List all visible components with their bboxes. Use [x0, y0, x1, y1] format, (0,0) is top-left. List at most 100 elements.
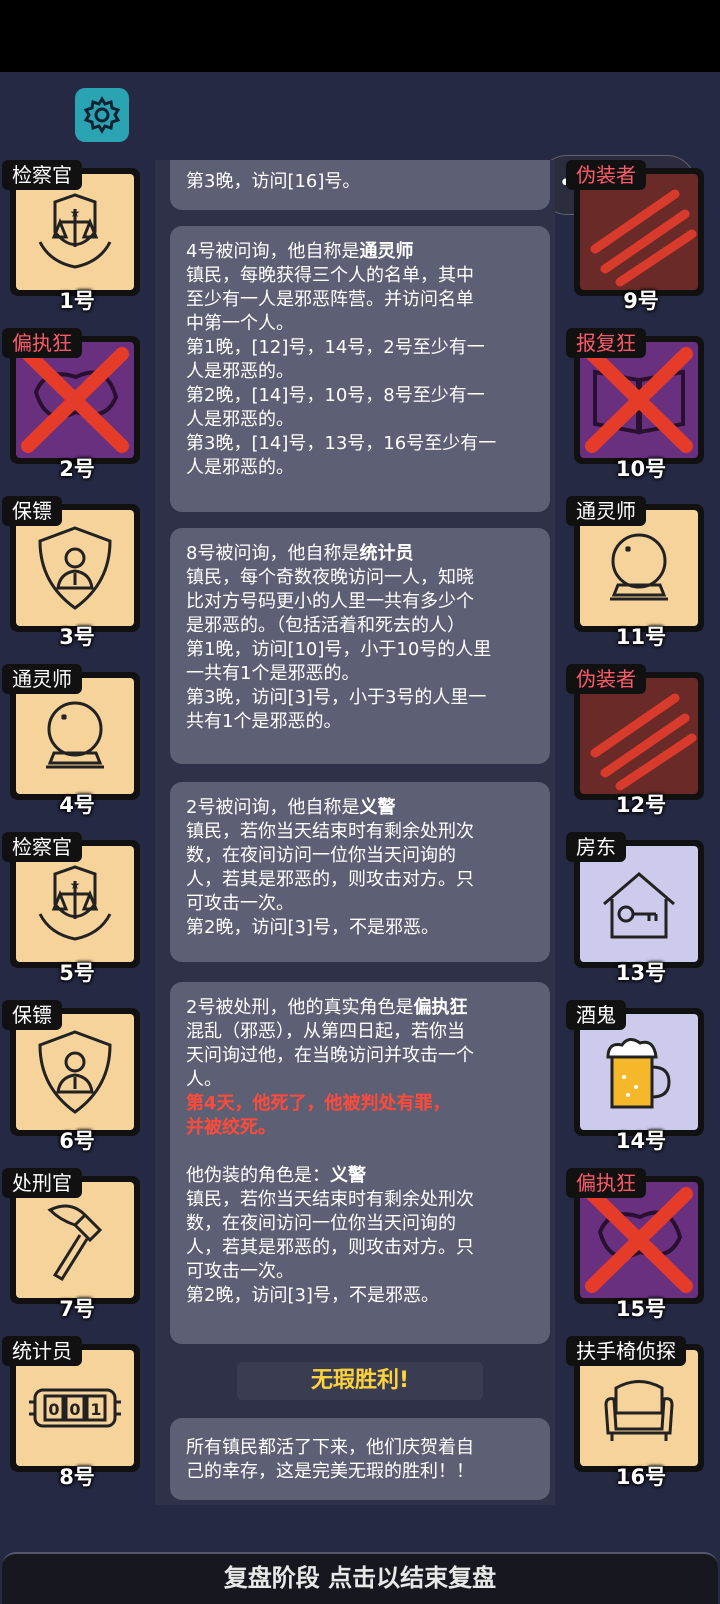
player-number: 12号	[615, 793, 667, 817]
log-line: 镇民，若你当天结束时有剩余处刑次	[186, 821, 474, 842]
svg-text:★: ★	[70, 206, 81, 220]
log-line: 混乱（邪恶），从第四日起，若你当	[186, 1021, 465, 1042]
role-label: 偏执狂	[2, 328, 82, 358]
log-line: 共有1个是邪恶的。	[186, 711, 342, 732]
log-line: 人是邪恶的。	[186, 409, 294, 430]
log-message: 2号被处刑，他的真实角色是偏执狂 混乱（邪恶），从第四日起，若你当 天问询过他，…	[170, 982, 550, 1344]
role-label: 伪装者	[566, 160, 646, 190]
log-title: 2号被问询，他自称是	[186, 797, 360, 818]
player-card-15[interactable]: 偏执狂 15号	[566, 1168, 706, 1321]
log-line: 镇民，每晚获得三个人的名单，其中	[186, 265, 474, 286]
role-label: 保镖	[2, 1000, 62, 1030]
player-number: 5号	[59, 961, 95, 985]
player-number: 15号	[615, 1297, 667, 1321]
cloud-icon	[580, 1182, 698, 1298]
log-title: 他伪装的角色是：	[186, 1165, 330, 1186]
crystal-ball-icon	[16, 678, 134, 794]
player-number: 7号	[59, 1297, 95, 1321]
role-label: 处刑官	[2, 1168, 82, 1198]
log-line: 第2晚，访问[3]号，不是邪恶。	[186, 917, 439, 938]
dead-cross-mark	[585, 347, 693, 453]
log-line: 人，若其是邪恶的，则攻击对方。只	[186, 1237, 474, 1258]
settings-button[interactable]	[75, 88, 129, 142]
log-line: 第3晚，访问[16]号。	[186, 171, 361, 192]
player-card-8[interactable]: 001 统计员 8号	[2, 1336, 142, 1489]
role-label: 伪装者	[566, 664, 646, 694]
svg-text:0: 0	[69, 1400, 80, 1419]
player-card-16[interactable]: 扶手椅侦探 16号	[566, 1336, 706, 1489]
status-bar	[0, 0, 720, 72]
role-label: 房东	[566, 832, 626, 862]
house-key-icon	[580, 846, 698, 962]
claw-mask-icon	[580, 678, 698, 794]
player-number: 11号	[615, 625, 667, 649]
player-card-11[interactable]: 通灵师 11号	[566, 496, 706, 649]
gear-icon	[83, 96, 121, 134]
player-card-4[interactable]: 通灵师 4号	[2, 664, 142, 817]
player-card-9[interactable]: 伪装者 9号	[566, 160, 706, 313]
log-line: 数，在夜间访问一位你当天问询的	[186, 845, 456, 866]
player-card-7[interactable]: 处刑官 7号	[2, 1168, 142, 1321]
claimed-role: 统计员	[359, 543, 414, 564]
player-number: 2号	[59, 457, 95, 481]
log-message: 2号被问询，他自称是义警 镇民，若你当天结束时有剩余处刑次 数，在夜间访问一位你…	[170, 782, 550, 962]
log-line: 人是邪恶的。	[186, 361, 294, 382]
role-label: 扶手椅侦探	[566, 1336, 686, 1366]
player-number: 6号	[59, 1129, 95, 1153]
log-line: 第1晚，访问[10]号，小于10号的人里	[186, 639, 492, 660]
player-card-14[interactable]: 酒鬼 14号	[566, 1000, 706, 1153]
svg-text:★: ★	[70, 878, 81, 892]
dead-cross-mark	[21, 347, 129, 453]
player-card-5[interactable]: ★ 检察官 5号	[2, 832, 142, 985]
log-line: 第3晚，[14]号，13号，16号至少有一	[186, 433, 497, 454]
log-line: 镇民，若你当天结束时有剩余处刑次	[186, 1189, 474, 1210]
player-number: 14号	[615, 1129, 667, 1153]
player-number: 16号	[615, 1465, 667, 1489]
log-line: 比对方号码更小的人里一共有多少个	[186, 591, 474, 612]
armchair-icon	[580, 1350, 698, 1466]
end-review-button[interactable]: 复盘阶段 点击以结束复盘	[2, 1552, 718, 1604]
player-card-3[interactable]: 保镖 3号	[2, 496, 142, 649]
player-card-12[interactable]: 伪装者 12号	[566, 664, 706, 817]
player-number: 9号	[623, 289, 659, 313]
player-card-1[interactable]: ★ 检察官 1号	[2, 160, 142, 313]
role-label: 偏执狂	[566, 1168, 646, 1198]
svg-text:1: 1	[90, 1400, 101, 1419]
log-line: 天问询过他，在当晚访问并攻击一个	[186, 1045, 474, 1066]
death-notice: 第4天，他死了，他被判处有罪，	[186, 1093, 451, 1114]
death-notice: 并被绞死。	[186, 1117, 276, 1138]
claimed-role: 通灵师	[359, 241, 414, 262]
claw-mask-icon	[580, 174, 698, 290]
player-card-2[interactable]: 偏执狂 2号	[2, 328, 142, 481]
log-line: 中第一个人。	[186, 313, 294, 334]
dead-cross-mark	[585, 1187, 693, 1293]
role-label: 通灵师	[566, 496, 646, 526]
player-card-6[interactable]: 保镖 6号	[2, 1000, 142, 1153]
log-line: 镇民，每个奇数夜晚访问一人，知晓	[186, 567, 474, 588]
player-card-10[interactable]: 报复狂 10号	[566, 328, 706, 481]
bodyguard-shield-icon	[16, 510, 134, 626]
role-label: 通灵师	[2, 664, 82, 694]
log-line: 人。	[186, 1069, 222, 1090]
log-message: 第3晚，访问[16]号。	[170, 160, 550, 210]
role-label: 检察官	[2, 160, 82, 190]
beer-mug-icon	[580, 1014, 698, 1130]
log-line: 所有镇民都活了下来，他们庆贺着自	[186, 1437, 474, 1458]
log-line: 数，在夜间访问一位你当天问询的	[186, 1213, 456, 1234]
log-message: 8号被问询，他自称是统计员 镇民，每个奇数夜晚访问一人，知晓 比对方号码更小的人…	[170, 528, 550, 764]
scales-shield-icon: ★	[16, 174, 134, 290]
scales-shield-icon: ★	[16, 846, 134, 962]
player-card-13[interactable]: 房东 13号	[566, 832, 706, 985]
true-role: 偏执狂	[413, 997, 468, 1018]
victory-banner: 无瑕胜利!	[237, 1362, 483, 1400]
log-message: 所有镇民都活了下来，他们庆贺着自 己的幸存，这是完美无瑕的胜利！！	[170, 1418, 550, 1500]
player-number: 8号	[59, 1465, 95, 1489]
log-line: 是邪恶的。（包括活着和死去的人）	[186, 615, 465, 636]
role-label: 检察官	[2, 832, 82, 862]
log-line: 人，若其是邪恶的，则攻击对方。只	[186, 869, 474, 890]
log-line: 人是邪恶的。	[186, 457, 294, 478]
crystal-ball-icon	[580, 510, 698, 626]
log-line: 可攻击一次。	[186, 893, 294, 914]
cloud-icon	[16, 342, 134, 458]
